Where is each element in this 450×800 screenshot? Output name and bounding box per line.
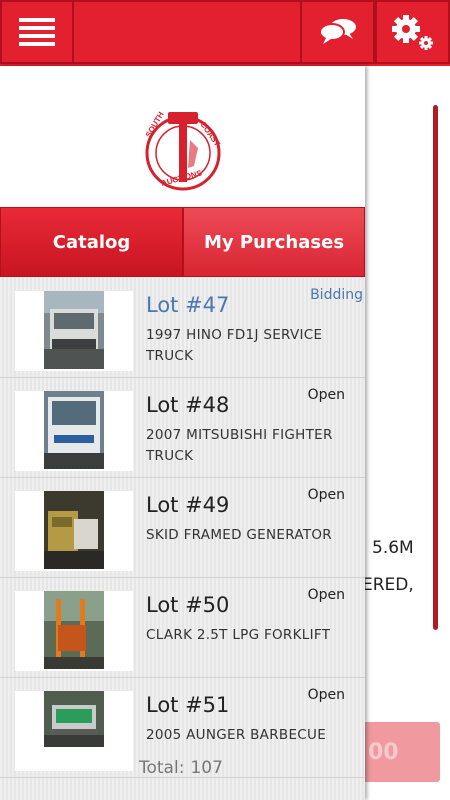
- menu-button[interactable]: [0, 0, 74, 64]
- settings-button[interactable]: [375, 0, 450, 64]
- lot-status-badge: Open: [307, 487, 345, 503]
- background-button: 00: [360, 722, 440, 782]
- lot-list[interactable]: Lot #47 1997 HINO FD1J SERVICE TRUCK Bid…: [0, 277, 365, 800]
- total-count: Total: 107: [139, 758, 223, 778]
- menu-icon: [19, 18, 55, 46]
- background-button-label: 00: [368, 739, 399, 765]
- chat-bubbles-icon: [318, 19, 356, 44]
- truck-photo: [44, 391, 104, 469]
- lot-thumbnail: [15, 391, 133, 471]
- drawer-tabs: Catalog My Purchases: [0, 207, 365, 277]
- lot-number: Lot #50: [146, 593, 230, 617]
- top-bar: [0, 0, 450, 67]
- tab-catalog[interactable]: Catalog: [0, 207, 183, 277]
- lot-status-badge: Open: [307, 687, 345, 703]
- lot-status-badge: Bidding: [310, 287, 363, 303]
- background-text: 5.6M: [372, 538, 414, 558]
- lot-thumbnail: [15, 291, 133, 371]
- south-coast-auctions-logo: SOUTH COAST AUCTIONS: [144, 110, 222, 191]
- lot-list-item[interactable]: Lot #47 1997 HINO FD1J SERVICE TRUCK Bid…: [0, 277, 365, 378]
- barbecue-photo: [44, 691, 104, 747]
- lot-description: CLARK 2.5T LPG FORKLIFT: [146, 627, 331, 643]
- tab-my-purchases[interactable]: My Purchases: [183, 207, 365, 277]
- lot-description: 2005 AUNGER BARBECUE: [146, 727, 327, 743]
- lot-number: Lot #51: [146, 693, 230, 717]
- lot-status-badge: Open: [307, 387, 345, 403]
- chat-button[interactable]: [300, 0, 375, 64]
- background-scrollbar[interactable]: [433, 105, 438, 630]
- top-bar-spacer: [74, 0, 300, 64]
- lot-list-item[interactable]: Lot #50 CLARK 2.5T LPG FORKLIFT Open: [0, 577, 365, 678]
- lot-description: 1997 HINO FD1J SERVICE TRUCK: [146, 327, 323, 364]
- side-drawer: SOUTH COAST AUCTIONS Catalog My Purchase…: [0, 66, 365, 800]
- logo-area: SOUTH COAST AUCTIONS: [0, 66, 365, 207]
- generator-photo: [44, 491, 104, 569]
- gears-icon: [391, 15, 433, 50]
- lot-number: Lot #49: [146, 493, 230, 517]
- lot-description: SKID FRAMED GENERATOR: [146, 527, 332, 543]
- truck-photo: [44, 291, 104, 369]
- background-text: ERED,: [362, 575, 414, 595]
- lot-status-badge: Open: [307, 587, 345, 603]
- lot-thumbnail: [15, 491, 133, 571]
- lot-number: Lot #48: [146, 393, 230, 417]
- lot-description: 2007 MITSUBISHI FIGHTER TRUCK: [146, 427, 333, 464]
- total-label: Total:: [139, 758, 185, 778]
- lot-list-item[interactable]: Lot #49 SKID FRAMED GENERATOR Open: [0, 477, 365, 578]
- total-value: 107: [190, 758, 223, 778]
- forklift-photo: [44, 591, 104, 669]
- lot-thumbnail: [15, 591, 133, 671]
- lot-thumbnail: [15, 691, 133, 771]
- lot-list-item[interactable]: Lot #48 2007 MITSUBISHI FIGHTER TRUCK Op…: [0, 377, 365, 478]
- lot-number: Lot #47: [146, 293, 230, 317]
